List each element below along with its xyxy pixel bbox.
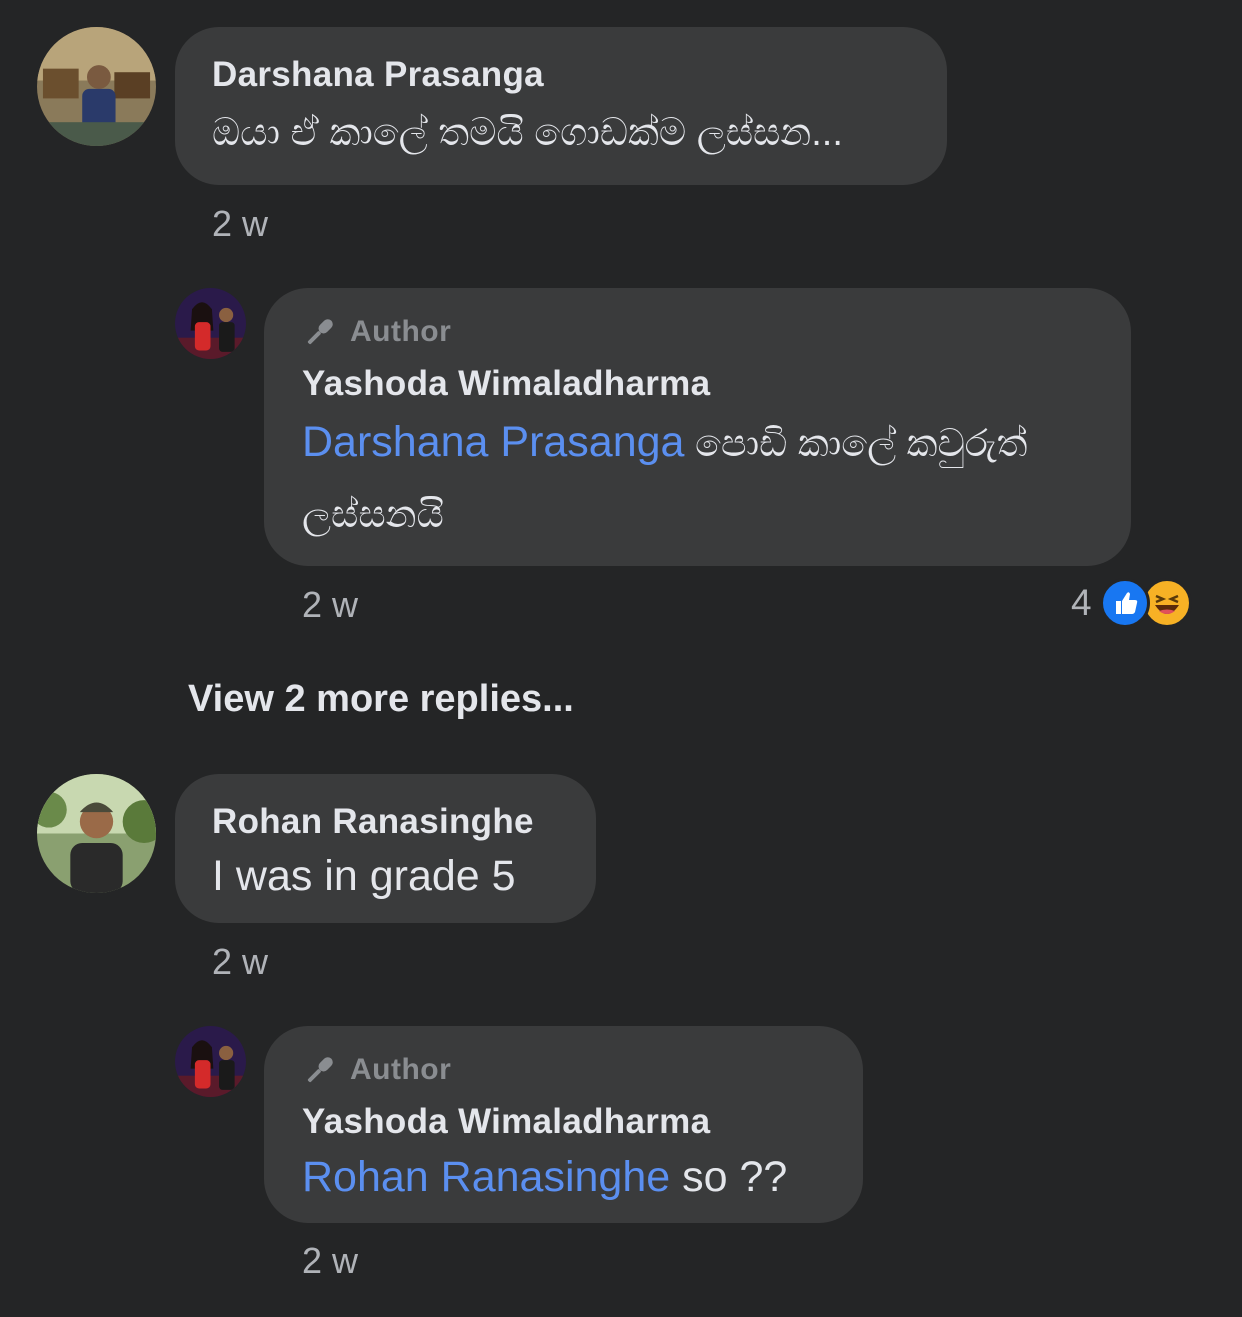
replier-name[interactable]: Yashoda Wimaladharma — [302, 364, 710, 404]
like-icon — [1099, 578, 1150, 628]
avatar-yashoda[interactable] — [175, 1026, 246, 1097]
mention-link[interactable]: Darshana Prasanga — [302, 418, 684, 466]
author-badge-label: Author — [350, 315, 452, 348]
comment-text: ඔයා ඒ කාලේ තමයි ගොඩක්ම ලස්සන... — [212, 112, 843, 154]
comment-bubble[interactable] — [175, 27, 947, 185]
replier-name[interactable]: Yashoda Wimaladharma — [302, 1102, 710, 1142]
microphone-icon — [302, 314, 338, 350]
comment-text: I was in grade 5 — [212, 852, 516, 900]
reply-text: Darshana Prasanga පොඩි කාලේ කවුරුත් — [302, 418, 1027, 467]
avatar-yashoda[interactable] — [175, 288, 246, 359]
reaction-count: 4 — [1071, 582, 1092, 623]
reply-timestamp[interactable]: 2 w — [302, 584, 358, 626]
reply-timestamp[interactable]: 2 w — [302, 1240, 358, 1282]
commenter-name[interactable]: Darshana Prasanga — [212, 55, 544, 95]
reply-text-line2: ලස්සනයි — [302, 494, 444, 536]
comment-timestamp[interactable]: 2 w — [212, 203, 268, 245]
author-badge: Author — [302, 314, 451, 350]
mention-link[interactable]: Rohan Ranasinghe — [302, 1153, 670, 1201]
avatar-rohan[interactable] — [37, 774, 156, 893]
avatar-darshana[interactable] — [37, 27, 156, 146]
comment-timestamp[interactable]: 2 w — [212, 941, 268, 983]
reply-text-body: පොඩි කාලේ කවුරුත් — [684, 423, 1028, 465]
reaction-summary[interactable]: 4 — [1071, 578, 1192, 628]
author-badge: Author — [302, 1052, 451, 1088]
reply-text: Rohan Ranasinghe so ?? — [302, 1153, 787, 1202]
microphone-icon — [302, 1052, 338, 1088]
view-more-replies-link[interactable]: View 2 more replies... — [188, 678, 574, 721]
author-badge-label: Author — [350, 1053, 452, 1086]
commenter-name[interactable]: Rohan Ranasinghe — [212, 802, 534, 842]
reply-text-body: so ?? — [670, 1153, 788, 1201]
